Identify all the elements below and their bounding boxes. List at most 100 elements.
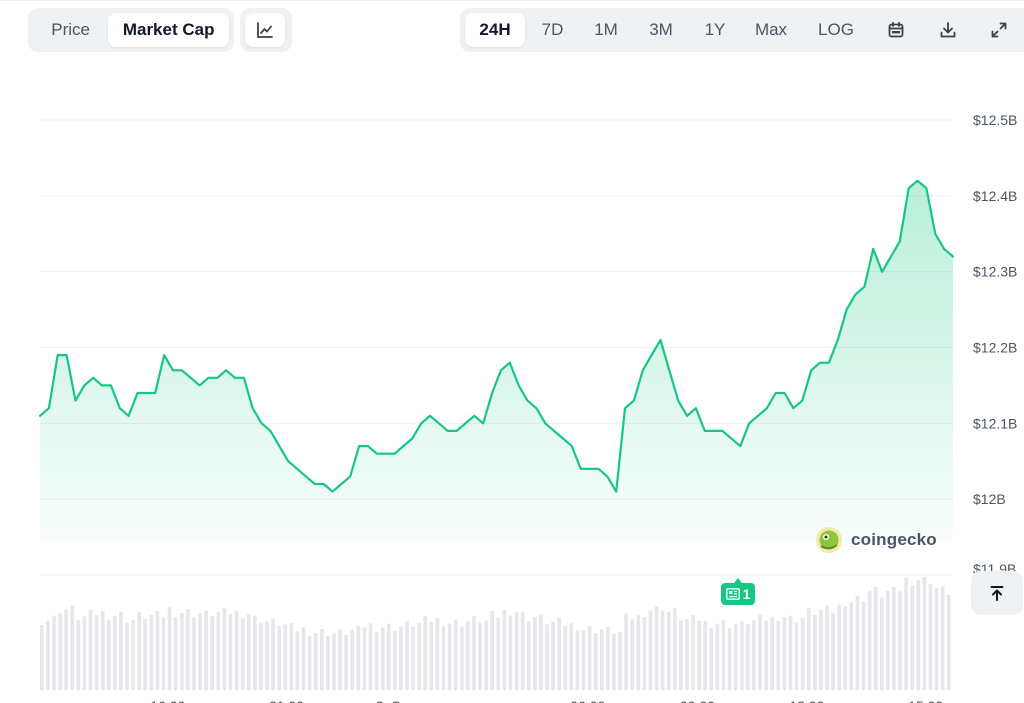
x-tick-label: 09:00: [680, 698, 715, 703]
volume-bar: [198, 613, 202, 690]
volume-bar: [526, 621, 531, 690]
x-axis: 16:00 21:00 3. Sep 06:00 09:00 12:00 15:00: [150, 698, 943, 703]
volume-bar: [453, 619, 458, 690]
volume-bar: [484, 620, 488, 690]
volume-bar: [374, 631, 379, 690]
volume-bar: [910, 585, 914, 690]
volume-bar: [313, 633, 318, 690]
volume-bar: [873, 586, 878, 690]
volume-bar: [788, 615, 793, 690]
volume-bar: [253, 615, 257, 690]
volume-bar: [539, 614, 543, 690]
volume-bar: [40, 625, 44, 690]
volume-bar: [125, 622, 129, 690]
volume-bar: [618, 632, 622, 690]
volume-bar: [356, 625, 361, 690]
volume-bar: [819, 609, 823, 690]
volume-bar: [94, 615, 99, 690]
volume-bar: [320, 629, 324, 690]
volume-bar: [740, 621, 744, 690]
volume-bar: [326, 636, 330, 690]
volume-bar: [423, 616, 428, 690]
volume-bar: [636, 615, 641, 690]
volume-bar: [679, 620, 683, 690]
volume-bar: [362, 627, 367, 690]
news-marker[interactable]: 1: [721, 578, 755, 605]
volume-bar: [606, 626, 610, 690]
volume-bar: [386, 623, 391, 690]
volume-bar: [904, 578, 908, 690]
volume-bar: [149, 615, 154, 690]
volume-bar: [429, 622, 434, 690]
volume-bar: [758, 615, 762, 690]
volume-bar: [411, 627, 415, 690]
volume-bar: [934, 588, 939, 690]
volume-bar: [727, 628, 732, 690]
volume-bar: [58, 613, 62, 690]
volume-bar: [813, 615, 817, 690]
volume-bar: [119, 611, 123, 690]
x-tick-label: 06:00: [570, 698, 605, 703]
volume-bar: [496, 618, 501, 690]
volume-bar: [155, 611, 160, 690]
volume-bar: [746, 624, 750, 690]
volume-bar: [861, 601, 866, 690]
volume-bar: [569, 623, 574, 690]
y-tick-label: $12.2B: [973, 340, 1017, 356]
volume-bar: [733, 624, 738, 690]
volume-bar: [265, 621, 269, 690]
volume-bar: [234, 611, 239, 690]
arrow-to-top-icon: [990, 586, 1004, 601]
x-tick-label: 3. Sep: [376, 698, 417, 703]
volume-bar: [417, 623, 421, 690]
volume-bar: [435, 618, 440, 690]
volume-bar: [204, 610, 208, 690]
y-tick-label: $12.1B: [973, 415, 1017, 431]
volume-bar: [551, 621, 555, 690]
volume-bar: [654, 606, 659, 690]
volume-bar: [898, 591, 902, 690]
volume-bar: [228, 614, 233, 690]
volume-bar: [800, 617, 805, 690]
volume-bar: [514, 611, 519, 690]
volume-bar: [855, 595, 860, 690]
volume-bar: [82, 616, 87, 690]
volume-bar: [240, 618, 245, 690]
volume-bars: [40, 577, 951, 690]
volume-bar: [332, 633, 336, 690]
volume-bar: [52, 615, 56, 690]
volume-bar: [478, 623, 482, 690]
volume-bar: [447, 623, 452, 690]
volume-bar: [277, 625, 281, 690]
volume-bar: [600, 629, 604, 690]
volume-bar: [886, 591, 890, 690]
volume-bar: [752, 620, 756, 690]
scroll-to-top-button[interactable]: [971, 571, 1023, 615]
volume-bar: [648, 610, 653, 690]
volume-bar: [806, 608, 811, 690]
volume-bar: [64, 609, 68, 690]
volume-bar: [892, 587, 896, 690]
volume-bar: [612, 633, 616, 690]
x-tick-label: 16:00: [150, 698, 185, 703]
volume-bar: [624, 613, 628, 690]
volume-bar: [46, 621, 50, 690]
x-tick-label: 15:00: [908, 698, 943, 703]
volume-bar: [557, 617, 561, 690]
volume-bar: [593, 633, 598, 690]
volume-bar: [843, 606, 847, 690]
volume-bar: [490, 611, 494, 690]
volume-bar: [520, 611, 525, 690]
volume-bar: [666, 612, 671, 690]
volume-bar: [770, 616, 774, 690]
volume-bar: [703, 620, 707, 690]
y-tick-label: $12.4B: [973, 188, 1017, 204]
volume-bar: [70, 605, 74, 690]
x-tick-label: 12:00: [789, 698, 824, 703]
volume-bar: [283, 624, 288, 690]
volume-bar: [849, 602, 854, 690]
volume-bar: [186, 609, 190, 690]
newspaper-icon: [725, 588, 740, 600]
volume-bar: [575, 630, 580, 690]
volume-bar: [721, 619, 726, 690]
